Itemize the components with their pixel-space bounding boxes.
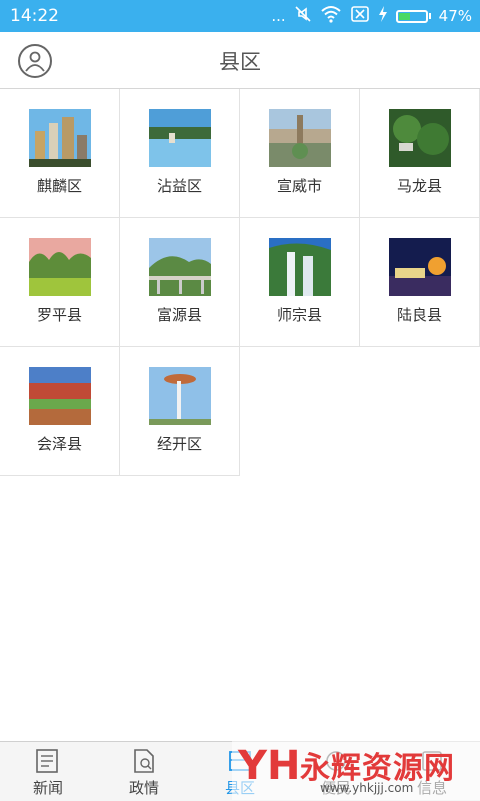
- district-thumbnail: [269, 109, 331, 167]
- tab-news[interactable]: 新闻: [0, 742, 96, 801]
- tab-label: 新闻: [32, 779, 63, 797]
- district-label: 麒麟区: [36, 177, 82, 195]
- district-label: 沾益区: [156, 177, 202, 195]
- document-icon: [130, 748, 158, 774]
- page-title: 县区: [219, 50, 261, 74]
- charging-icon: [378, 6, 388, 26]
- district-thumbnail: [29, 238, 91, 296]
- district-item[interactable]: 富源县: [120, 218, 240, 347]
- watermark-url: www.yhkjjj.com: [320, 781, 414, 795]
- watermark: YH 永辉资源网 www.yhkjjj.com: [232, 741, 480, 800]
- district-item[interactable]: 宣威市: [240, 89, 360, 218]
- watermark-logo: YH: [238, 743, 301, 789]
- status-icons: ... 47%: [271, 5, 472, 27]
- status-bar: 14:22 ... 47%: [0, 0, 480, 32]
- sim-icon: [350, 5, 370, 27]
- battery-tip: [428, 13, 431, 19]
- district-thumbnail: [389, 238, 451, 296]
- mute-icon: [294, 5, 312, 27]
- district-thumbnail: [269, 238, 331, 296]
- district-label: 陆良县: [396, 306, 442, 324]
- district-label: 马龙县: [396, 177, 442, 195]
- district-thumbnail: [149, 367, 211, 425]
- district-label: 富源县: [156, 306, 202, 324]
- district-label: 罗平县: [36, 306, 82, 324]
- district-thumbnail: [389, 109, 451, 167]
- dots-indicator: ...: [271, 7, 286, 25]
- newspaper-icon: [34, 748, 62, 774]
- tab-label: 政情: [128, 779, 159, 797]
- district-thumbnail: [149, 238, 211, 296]
- district-label: 会泽县: [36, 435, 82, 453]
- district-thumbnail: [149, 109, 211, 167]
- district-item[interactable]: 沾益区: [120, 89, 240, 218]
- tab-politics[interactable]: 政情: [96, 742, 192, 801]
- district-item[interactable]: 师宗县: [240, 218, 360, 347]
- district-item[interactable]: 会泽县: [0, 347, 120, 476]
- district-thumbnail: [29, 367, 91, 425]
- district-item[interactable]: 马龙县: [360, 89, 480, 218]
- top-header: 县区: [0, 32, 480, 89]
- district-item[interactable]: 麒麟区: [0, 89, 120, 218]
- district-item[interactable]: 陆良县: [360, 218, 480, 347]
- district-item[interactable]: 罗平县: [0, 218, 120, 347]
- district-label: 师宗县: [276, 306, 322, 324]
- status-time: 14:22: [10, 6, 59, 26]
- district-item[interactable]: 经开区: [120, 347, 240, 476]
- district-grid: 麒麟区 沾益区 宣威市 马龙县 罗平县 富源县 师宗县 陆良县 会泽县 经开区: [0, 89, 480, 476]
- district-label: 宣威市: [276, 177, 322, 195]
- battery-percent: 47%: [438, 7, 472, 25]
- district-label: 经开区: [156, 435, 202, 453]
- battery-icon: [395, 9, 428, 23]
- district-thumbnail: [29, 109, 91, 167]
- wifi-icon: [320, 5, 342, 27]
